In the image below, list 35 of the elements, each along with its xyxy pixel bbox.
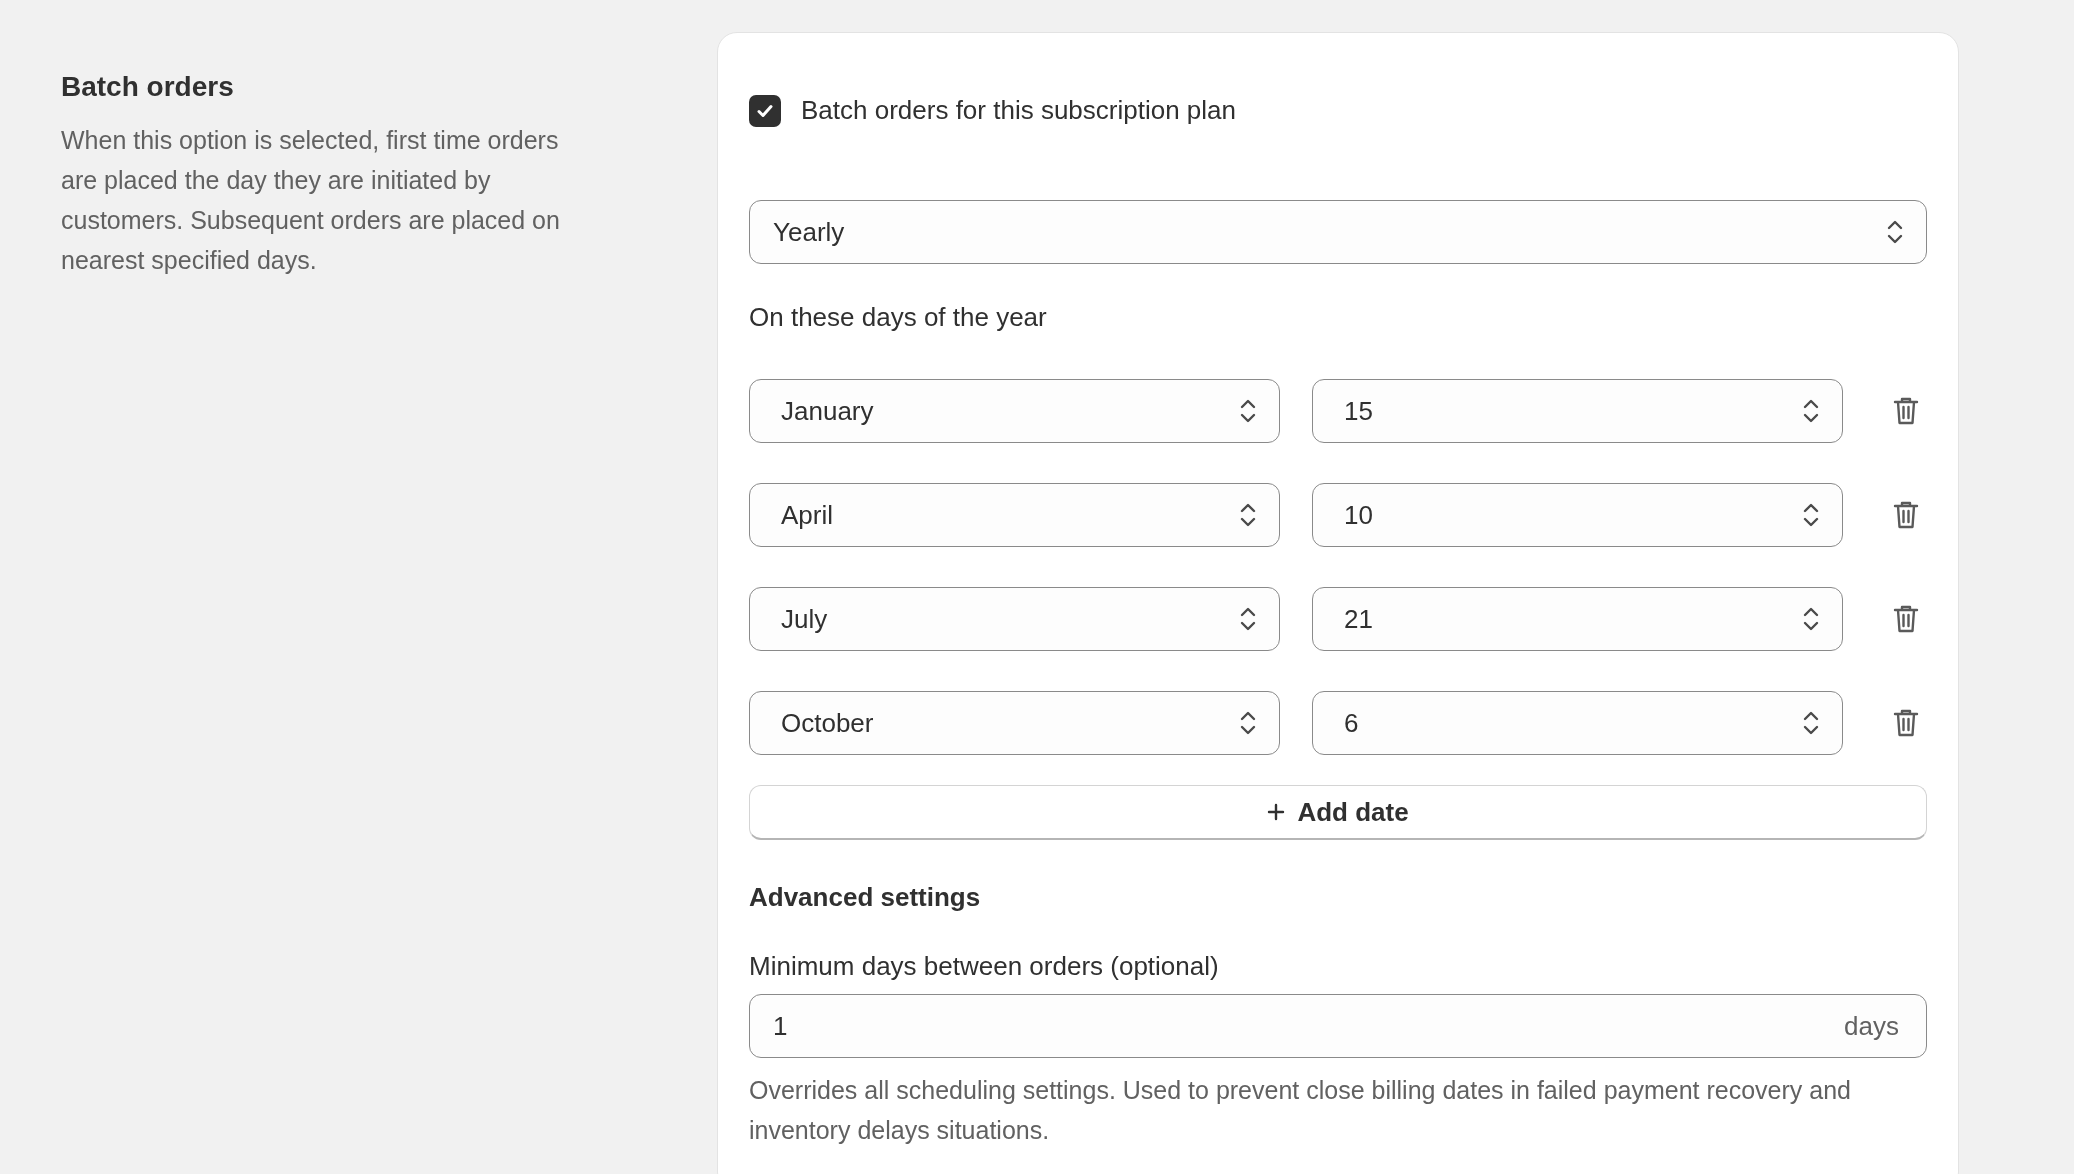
select-chevron-icon xyxy=(1803,710,1819,736)
day-select[interactable]: 15 xyxy=(1312,379,1843,443)
select-chevron-icon xyxy=(1887,219,1903,245)
plus-icon xyxy=(1267,803,1286,821)
help-text: Overrides all scheduling settings. Used to prevent close billing dates in failed payment recovery and inventory delays situations. xyxy=(749,1075,1852,1146)
add-date-button[interactable]: Add date xyxy=(749,785,1927,840)
section-description: When this option is selected, first time orders are placed the day they are initiated by customers. Subsequent orders are placed on nearest specified days. xyxy=(61,125,561,276)
section-title: Batch orders xyxy=(61,70,235,104)
select-chevron-icon xyxy=(1803,606,1819,632)
trash-icon[interactable] xyxy=(1893,708,1919,738)
advanced-settings-heading: Advanced settings xyxy=(749,881,982,914)
select-chevron-icon xyxy=(1803,502,1819,528)
day-select[interactable]: 21 xyxy=(1312,587,1843,651)
checkbox-label: Batch orders for this subscription plan xyxy=(801,94,1236,127)
field-label: Minimum days between orders (optional) xyxy=(749,950,1220,983)
checkbox[interactable] xyxy=(749,94,781,127)
minimum-days-field[interactable]: 1 days xyxy=(749,994,1927,1058)
select-chevron-icon xyxy=(1240,502,1256,528)
minimum-days-input[interactable]: 1 xyxy=(773,1006,1845,1046)
frequency-select[interactable]: Yearly xyxy=(749,200,1927,264)
trash-icon[interactable] xyxy=(1893,604,1919,634)
trash-icon[interactable] xyxy=(1893,396,1919,426)
month-select[interactable]: July xyxy=(749,587,1280,651)
select-chevron-icon xyxy=(1803,398,1819,424)
month-select[interactable]: October xyxy=(749,691,1280,755)
suffix-text: days xyxy=(1844,1009,1899,1043)
month-select[interactable]: January xyxy=(749,379,1280,443)
select-chevron-icon xyxy=(1240,606,1256,632)
select-chevron-icon xyxy=(1240,710,1256,736)
trash-icon[interactable] xyxy=(1893,500,1919,530)
select-chevron-icon xyxy=(1240,398,1256,424)
days-label: On these days of the year xyxy=(749,301,1048,334)
day-select[interactable]: 6 xyxy=(1312,691,1843,755)
month-select[interactable]: April xyxy=(749,483,1280,547)
day-select[interactable]: 10 xyxy=(1312,483,1843,547)
